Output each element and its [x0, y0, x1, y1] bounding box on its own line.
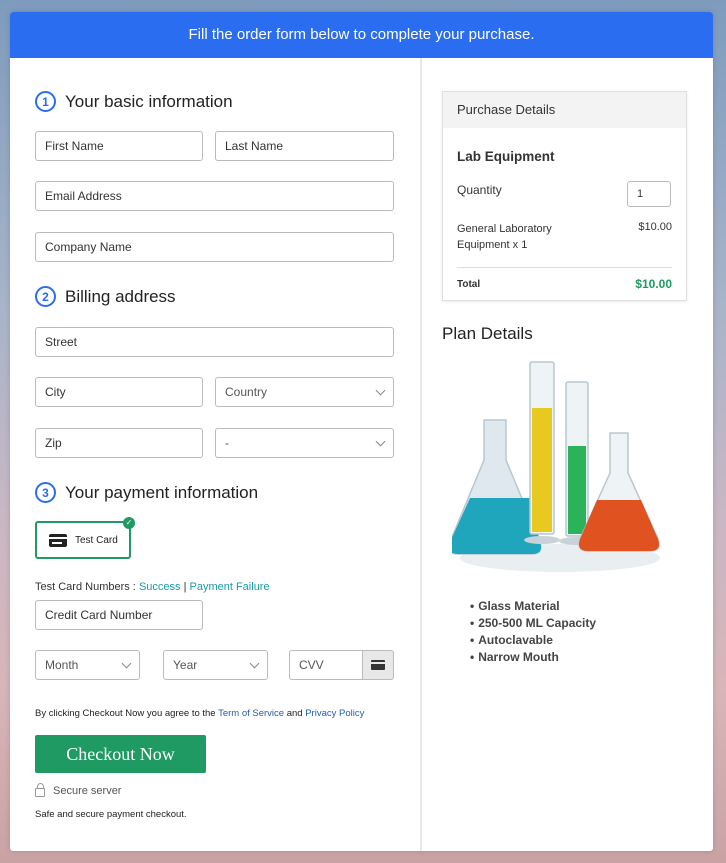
- check-icon: ✓: [123, 517, 135, 529]
- chevron-down-icon: [249, 658, 260, 669]
- billing-heading: 2 Billing address: [35, 286, 176, 307]
- test-card-label: Test Card: [75, 534, 118, 546]
- state-select[interactable]: -: [215, 428, 394, 458]
- cvv-group: CVV: [289, 650, 394, 680]
- step-3-icon: 3: [35, 482, 56, 503]
- section-title: Your basic information: [65, 91, 233, 111]
- last-name-field[interactable]: Last Name: [215, 131, 394, 161]
- header-banner: Fill the order form below to complete yo…: [10, 12, 713, 58]
- state-select-value: -: [225, 436, 229, 450]
- quantity-label: Quantity: [457, 183, 502, 197]
- chevron-down-icon: [375, 385, 386, 396]
- year-select[interactable]: Year: [163, 650, 268, 680]
- street-field[interactable]: Street: [35, 327, 394, 357]
- chevron-down-icon: [375, 436, 386, 447]
- section-title: Your payment information: [65, 482, 259, 502]
- payment-failure-link[interactable]: Payment Failure: [190, 581, 270, 593]
- quantity-input[interactable]: 1: [627, 181, 671, 207]
- success-link[interactable]: Success: [139, 581, 181, 593]
- test-card-option[interactable]: Test Card ✓: [35, 517, 135, 559]
- credit-card-icon: [371, 660, 385, 670]
- city-field[interactable]: City: [35, 377, 203, 407]
- country-select[interactable]: Country: [215, 377, 394, 407]
- feature-item: Glass Material: [470, 598, 596, 615]
- cvv-help-button[interactable]: [362, 650, 394, 680]
- step-1-icon: 1: [35, 91, 56, 112]
- terms-link[interactable]: Term of Service: [218, 708, 284, 719]
- year-select-value: Year: [173, 658, 198, 672]
- card-number-field[interactable]: Credit Card Number: [35, 600, 203, 630]
- privacy-link[interactable]: Privacy Policy: [305, 708, 364, 719]
- total-value: $10.00: [635, 277, 672, 291]
- total-label: Total: [457, 279, 481, 290]
- lab-equipment-image: [452, 361, 660, 572]
- credit-card-icon: [49, 533, 67, 547]
- plan-features: Glass Material 250-500 ML Capacity Autoc…: [470, 598, 596, 666]
- purchase-details-header: Purchase Details: [443, 92, 686, 128]
- cvv-field[interactable]: CVV: [289, 650, 363, 680]
- feature-item: Autoclavable: [470, 632, 596, 649]
- secure-note: Safe and secure payment checkout.: [35, 809, 187, 820]
- basic-info-heading: 1 Your basic information: [35, 91, 233, 112]
- month-select-value: Month: [45, 658, 79, 672]
- line-item-price: $10.00: [638, 221, 672, 233]
- checkout-button[interactable]: Checkout Now: [35, 735, 206, 773]
- month-select[interactable]: Month: [35, 650, 140, 680]
- feature-item: Narrow Mouth: [470, 649, 596, 666]
- country-select-value: Country: [225, 385, 268, 399]
- agreement-text: By clicking Checkout Now you agree to th…: [35, 708, 216, 719]
- test-card-numbers: Test Card Numbers : Success | Payment Fa…: [35, 581, 270, 593]
- link-separator: |: [183, 581, 187, 593]
- section-title: Billing address: [65, 286, 176, 306]
- secure-server-label: Secure server: [53, 784, 122, 797]
- lock-icon: [35, 783, 45, 797]
- total-divider: [457, 267, 672, 268]
- test-card-numbers-label: Test Card Numbers :: [35, 581, 136, 593]
- purchase-details-box: Purchase Details Lab Equipment Quantity …: [442, 91, 687, 301]
- checkout-page: Fill the order form below to complete yo…: [10, 12, 713, 851]
- zip-field[interactable]: Zip: [35, 428, 203, 458]
- line-item-description: General Laboratory Equipment x 1: [457, 223, 552, 251]
- company-field[interactable]: Company Name: [35, 232, 394, 262]
- secure-server: Secure server: [35, 783, 122, 797]
- step-2-icon: 2: [35, 286, 56, 307]
- feature-item: 250-500 ML Capacity: [470, 615, 596, 632]
- first-name-field[interactable]: First Name: [35, 131, 203, 161]
- product-name: Lab Equipment: [457, 149, 555, 164]
- email-field[interactable]: Email Address: [35, 181, 394, 211]
- agreement-and: and: [286, 708, 303, 719]
- order-summary: Purchase Details Lab Equipment Quantity …: [422, 58, 713, 851]
- plan-details-title: Plan Details: [442, 324, 533, 343]
- chevron-down-icon: [121, 658, 132, 669]
- order-form: 1 Your basic information First Name Last…: [10, 58, 420, 851]
- payment-heading: 3 Your payment information: [35, 482, 258, 503]
- terms-agreement: By clicking Checkout Now you agree to th…: [35, 708, 364, 719]
